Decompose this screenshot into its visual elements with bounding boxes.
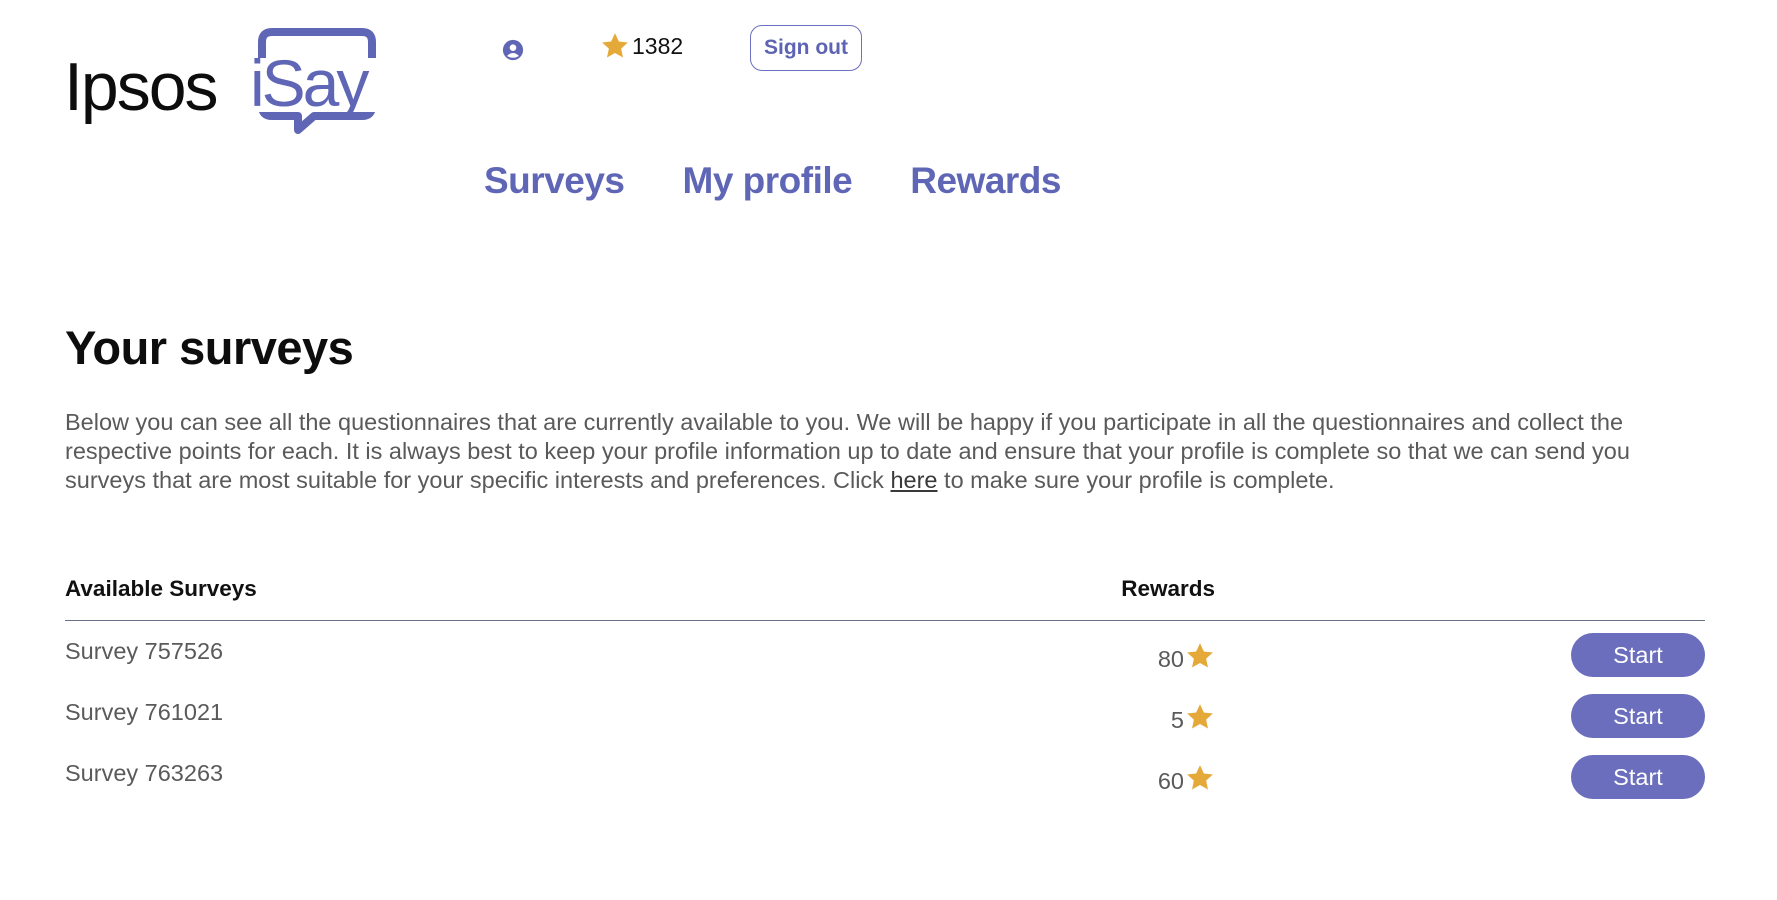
intro-paragraph: Below you can see all the questionnaires… (65, 408, 1705, 495)
table-row: Survey 761021 5 Start (65, 682, 1705, 743)
sign-out-button[interactable]: Sign out (750, 25, 862, 71)
survey-name: Survey 763263 (65, 760, 224, 786)
nav-rewards[interactable]: Rewards (910, 160, 1061, 202)
star-icon (602, 33, 628, 58)
table-row: Survey 757526 80 Start (65, 621, 1705, 682)
header-rewards: Rewards (1121, 576, 1215, 601)
survey-reward: 60 (1158, 763, 1215, 795)
survey-name: Survey 761021 (65, 699, 224, 725)
nav-my-profile[interactable]: My profile (683, 160, 853, 202)
intro-text-end: to make sure your profile is complete. (937, 467, 1335, 493)
header-available-surveys: Available Surveys (65, 576, 257, 601)
table-row: Survey 763263 60 Start (65, 743, 1705, 804)
star-icon (1187, 643, 1213, 668)
logo-brand-text: iSay (250, 46, 369, 120)
reward-value: 60 (1157, 768, 1184, 794)
page-title: Your surveys (65, 321, 354, 374)
survey-reward: 5 (1171, 702, 1215, 734)
reward-value: 5 (1170, 707, 1184, 733)
main-navigation: Surveys My profile Rewards (484, 160, 1061, 202)
start-survey-button[interactable]: Start (1571, 755, 1705, 799)
isay-logo-mark: iSay (248, 28, 376, 134)
logo-wordmark: Ipsos (64, 49, 219, 125)
intro-text: Below you can see all the questionnaires… (65, 409, 1630, 493)
surveys-table: Available Surveys Rewards Survey 757526 … (65, 570, 1705, 804)
survey-reward: 80 (1158, 641, 1215, 673)
start-survey-button[interactable]: Start (1571, 633, 1705, 677)
points-balance: 1382 (600, 31, 683, 61)
table-header: Available Surveys Rewards (65, 570, 1705, 621)
star-icon (1187, 765, 1213, 790)
nav-surveys[interactable]: Surveys (484, 160, 625, 202)
points-value: 1382 (632, 32, 684, 59)
star-icon (1187, 704, 1213, 729)
ipsos-isay-logo[interactable]: Ipsos iSay (64, 28, 384, 156)
reward-value: 80 (1157, 646, 1184, 672)
start-survey-button[interactable]: Start (1571, 694, 1705, 738)
survey-name: Survey 757526 (65, 638, 224, 664)
user-circle-icon[interactable] (502, 39, 524, 61)
profile-link[interactable]: here (890, 467, 937, 493)
